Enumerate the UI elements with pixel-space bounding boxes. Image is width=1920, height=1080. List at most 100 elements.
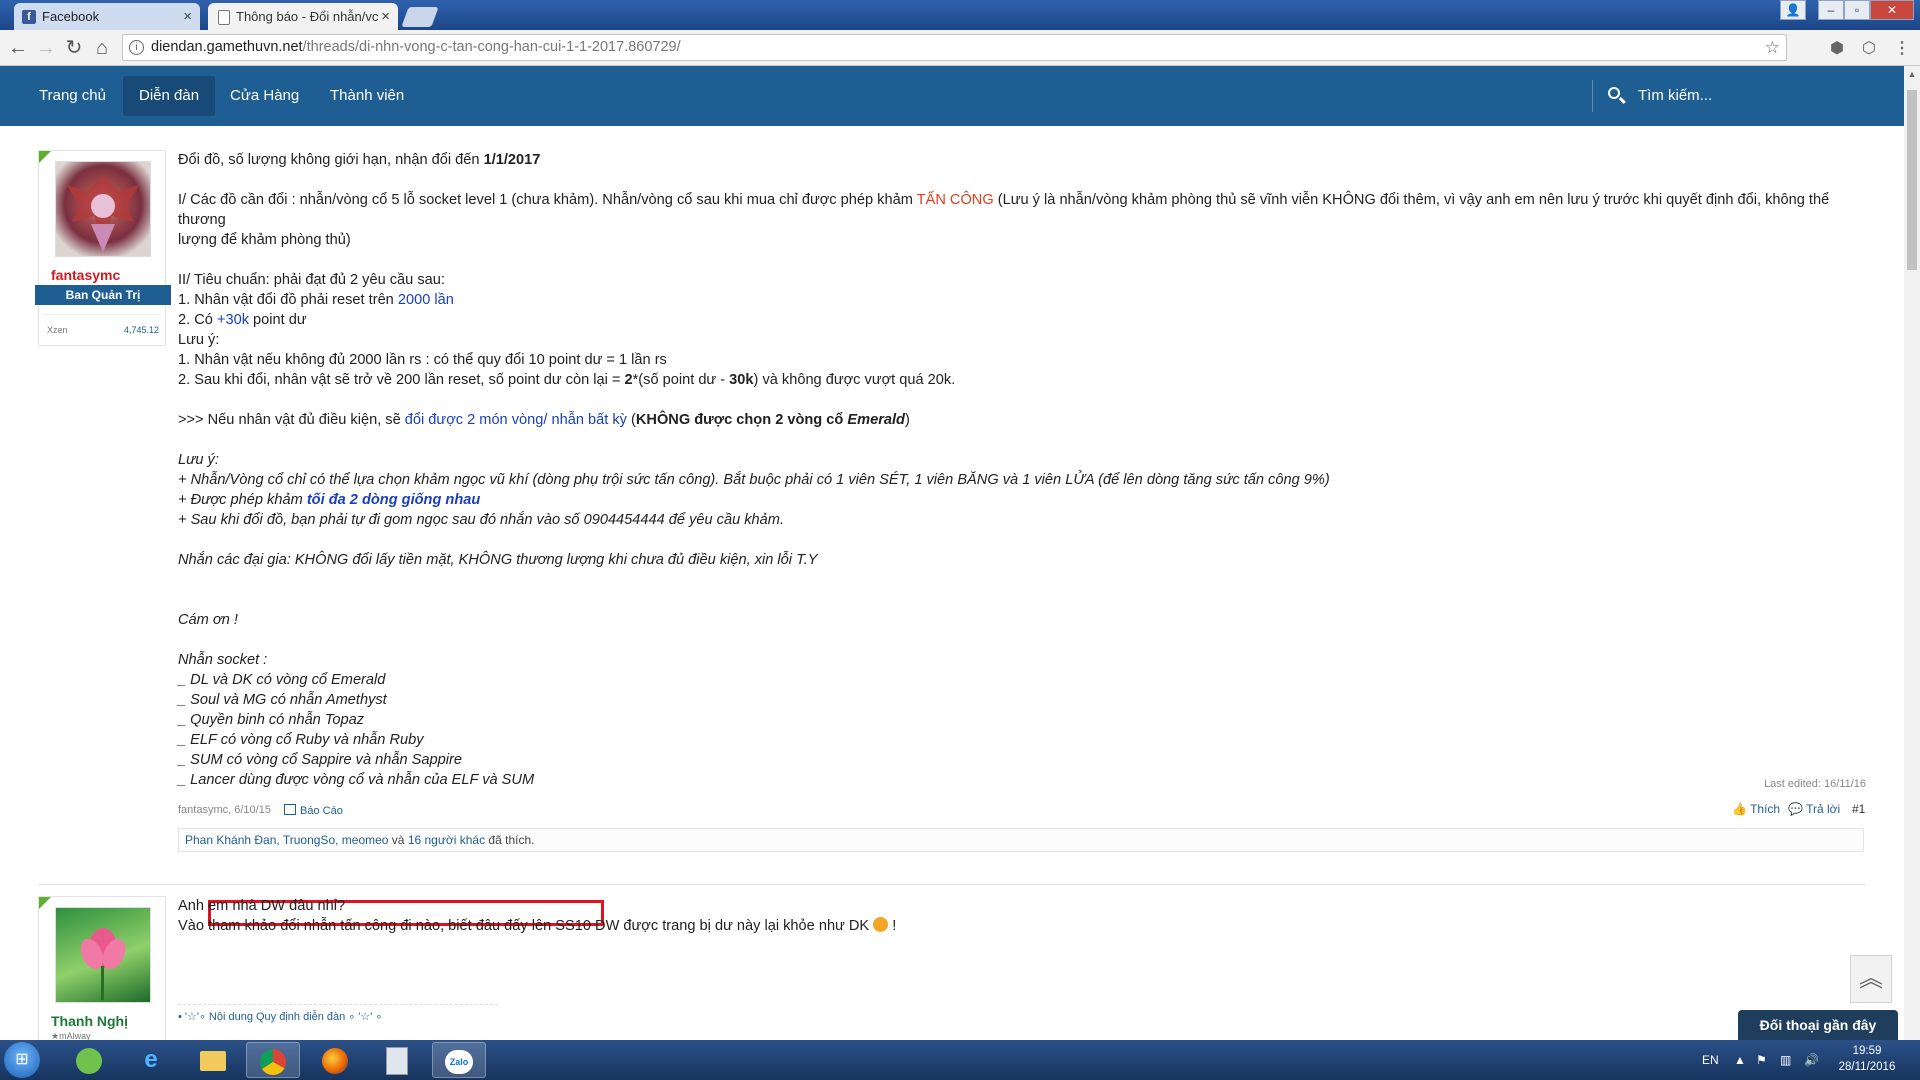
back-to-top-button[interactable]: ︽ bbox=[1850, 955, 1892, 1003]
user-stat: Xzen 4,745.12 bbox=[47, 325, 159, 335]
extension-icon[interactable]: ⬢ bbox=[1830, 38, 1844, 58]
post-line: I/ Các đồ cần đổi : nhẫn/vòng cổ 5 lỗ so… bbox=[178, 192, 1830, 228]
post-line: Cám ơn ! bbox=[178, 612, 238, 628]
report-icon bbox=[284, 804, 296, 815]
search-input[interactable]: Tìm kiếm... bbox=[1598, 76, 1712, 116]
close-window-button[interactable]: ✕ bbox=[1870, 0, 1914, 20]
signature-link[interactable]: • '☆'∘ Nội dung Quy định diễn đàn ∘ '☆' … bbox=[178, 1010, 382, 1023]
page-scrollbar[interactable]: ▲ bbox=[1904, 66, 1920, 1040]
reply-button[interactable]: 💬 Trả lời bbox=[1788, 802, 1840, 816]
nav-separator bbox=[1592, 80, 1593, 112]
menu-icon[interactable]: ⋮ bbox=[1894, 38, 1910, 58]
system-clock[interactable]: 19:59 28/11/2016 bbox=[1822, 1043, 1912, 1075]
calculator-icon bbox=[386, 1047, 408, 1076]
avatar[interactable] bbox=[55, 161, 151, 257]
taskbar-app-green[interactable] bbox=[62, 1042, 116, 1078]
smiley-icon bbox=[873, 917, 889, 932]
taskbar-explorer[interactable] bbox=[186, 1042, 240, 1078]
tab-title: Thông báo - Đổi nhẫn/vc bbox=[236, 9, 379, 24]
username[interactable]: fantasymc bbox=[51, 267, 120, 283]
likes-summary: Phan Khánh Đan, TruongSo, meomeo và 16 n… bbox=[178, 828, 1864, 852]
chrome-icon bbox=[260, 1049, 286, 1076]
tab-facebook[interactable]: f Facebook × bbox=[14, 3, 200, 30]
avatar-image bbox=[66, 176, 140, 252]
bookmark-star-icon[interactable]: ☆ bbox=[1765, 35, 1780, 60]
maximize-button[interactable]: ▫ bbox=[1844, 0, 1870, 20]
post-line: Lưu ý: bbox=[178, 332, 220, 348]
post-line: _ Lancer dùng được vòng cổ và nhẫn của E… bbox=[178, 772, 535, 788]
taskbar-zalo[interactable]: Zalo bbox=[432, 1042, 486, 1078]
tab-thread[interactable]: Thông báo - Đổi nhẫn/vc × bbox=[208, 3, 398, 30]
start-button[interactable]: ⊞ bbox=[4, 1042, 40, 1078]
scrollbar-thumb[interactable] bbox=[1907, 90, 1917, 270]
zalo-icon: Zalo bbox=[445, 1050, 473, 1075]
post-line: Nhẫn socket : bbox=[178, 652, 268, 668]
post-content: Anh em nhà DW đâu nhỉ? Vào tham khảo đổi… bbox=[178, 896, 1864, 936]
tray-expand-icon[interactable]: ▲ bbox=[1734, 1040, 1746, 1080]
post-author-date[interactable]: fantasymc, 6/10/15 bbox=[178, 804, 271, 816]
taskbar-calculator[interactable] bbox=[370, 1042, 424, 1078]
browser-tab-strip: f Facebook × Thông báo - Đổi nhẫn/vc × 👤… bbox=[0, 0, 1920, 30]
post-line: Nhắn các đại gia: KHÔNG đổi lấy tiền mặt… bbox=[178, 552, 818, 568]
info-icon[interactable]: i bbox=[129, 40, 144, 55]
chevron-up-icon: ︽ bbox=[1859, 965, 1883, 992]
user-role-badge: Ban Quản Trị bbox=[35, 285, 171, 305]
url-text[interactable]: diendan.gamethuvn.net/threads/di-nhn-von… bbox=[151, 35, 681, 60]
other-likers-link[interactable]: 16 người khác bbox=[408, 833, 485, 847]
post-line: + Được phép khảm tối đa 2 dòng giống nha… bbox=[178, 492, 481, 508]
post-line: 1. Nhân vật đổi đồ phải reset trên 2000 … bbox=[178, 292, 454, 308]
post-line: + Nhẫn/Vòng cổ chỉ có thể lựa chọn khảm … bbox=[178, 472, 1330, 488]
language-indicator[interactable]: EN bbox=[1702, 1040, 1719, 1080]
user-profile-button[interactable]: 👤 bbox=[1780, 0, 1806, 20]
browser-toolbar: ← → ↻ ⌂ i diendan.gamethuvn.net/threads/… bbox=[0, 30, 1920, 66]
avatar[interactable] bbox=[55, 907, 151, 1003]
network-icon[interactable]: ▥ bbox=[1780, 1040, 1791, 1080]
online-indicator bbox=[39, 897, 51, 909]
taskbar-internet-explorer[interactable]: e bbox=[124, 1042, 178, 1078]
facebook-icon: f bbox=[22, 10, 36, 24]
extension-badge-icon[interactable]: ⬡ bbox=[1862, 38, 1876, 58]
recent-conversations-button[interactable]: Đối thoại gần đây bbox=[1738, 1010, 1898, 1040]
nav-store[interactable]: Cửa Hàng bbox=[214, 76, 315, 116]
volume-icon[interactable]: 🔊 bbox=[1804, 1040, 1819, 1080]
avatar-image bbox=[80, 928, 126, 1000]
action-center-icon[interactable]: ⚑ bbox=[1756, 1040, 1767, 1080]
firefox-icon bbox=[322, 1048, 348, 1075]
reload-icon[interactable]: ↻ bbox=[62, 36, 86, 60]
report-button[interactable]: Báo Cáo bbox=[284, 804, 343, 817]
new-tab-button[interactable] bbox=[401, 7, 439, 27]
post-line: _ DL và DK có vòng cổ Emerald bbox=[178, 672, 386, 688]
minimize-button[interactable]: – bbox=[1818, 0, 1844, 20]
post-number[interactable]: #1 bbox=[1852, 802, 1865, 816]
username[interactable]: Thanh Nghị bbox=[51, 1013, 128, 1029]
post-line: >>> Nếu nhân vật đủ điều kiện, sẽ đổi đư… bbox=[178, 412, 910, 428]
post-line: Vào tham khảo đổi nhẫn tấn công đi nào, … bbox=[178, 917, 897, 934]
post-content: Đổi đồ, số lượng không giới hạn, nhận đổ… bbox=[178, 150, 1864, 790]
post-line: 2. Có +30k point dư bbox=[178, 312, 307, 328]
close-icon[interactable]: × bbox=[379, 3, 390, 30]
user-info-box: Thanh Nghị ★mAlway bbox=[38, 896, 166, 1046]
address-bar[interactable]: i diendan.gamethuvn.net/threads/di-nhn-v… bbox=[122, 34, 1787, 61]
post-line: lượng để khảm phòng thủ) bbox=[178, 232, 351, 248]
last-edited: Last edited: 16/11/16 bbox=[1764, 778, 1866, 790]
nav-forum[interactable]: Diễn đàn bbox=[123, 76, 216, 116]
post-line: Đổi đồ, số lượng không giới hạn, nhận đổ… bbox=[178, 152, 541, 168]
taskbar-chrome[interactable] bbox=[246, 1042, 300, 1078]
nav-members[interactable]: Thành viên bbox=[314, 76, 420, 116]
site-navbar: Trang chủ Diễn đàn Cửa Hàng Thành viên T… bbox=[0, 66, 1904, 126]
post-line: 2. Sau khi đổi, nhân vật sẽ trở về 200 l… bbox=[178, 372, 956, 388]
taskbar-firefox[interactable] bbox=[308, 1042, 362, 1078]
close-icon[interactable]: × bbox=[183, 3, 192, 30]
nav-home[interactable]: Trang chủ bbox=[23, 76, 122, 116]
post-line: + Sau khi đổi đồ, bạn phải tự đi gom ngọ… bbox=[178, 512, 785, 528]
like-button[interactable]: 👍 Thích bbox=[1732, 802, 1780, 816]
forward-icon[interactable]: → bbox=[34, 36, 58, 60]
ie-icon: e bbox=[144, 1046, 158, 1073]
post-line: _ SUM có vòng cổ Sappire và nhẫn Sappire bbox=[178, 752, 462, 768]
user-info-box: fantasymc Ban Quản Trị Xzen 4,745.12 bbox=[35, 150, 171, 346]
home-icon[interactable]: ⌂ bbox=[90, 36, 114, 60]
liker-names[interactable]: Phan Khánh Đan, TruongSo, meomeo bbox=[185, 833, 388, 847]
back-icon[interactable]: ← bbox=[6, 36, 30, 60]
post-line: _ Quyền binh có nhẫn Topaz bbox=[178, 712, 365, 728]
scroll-up-icon[interactable]: ▲ bbox=[1904, 66, 1920, 82]
